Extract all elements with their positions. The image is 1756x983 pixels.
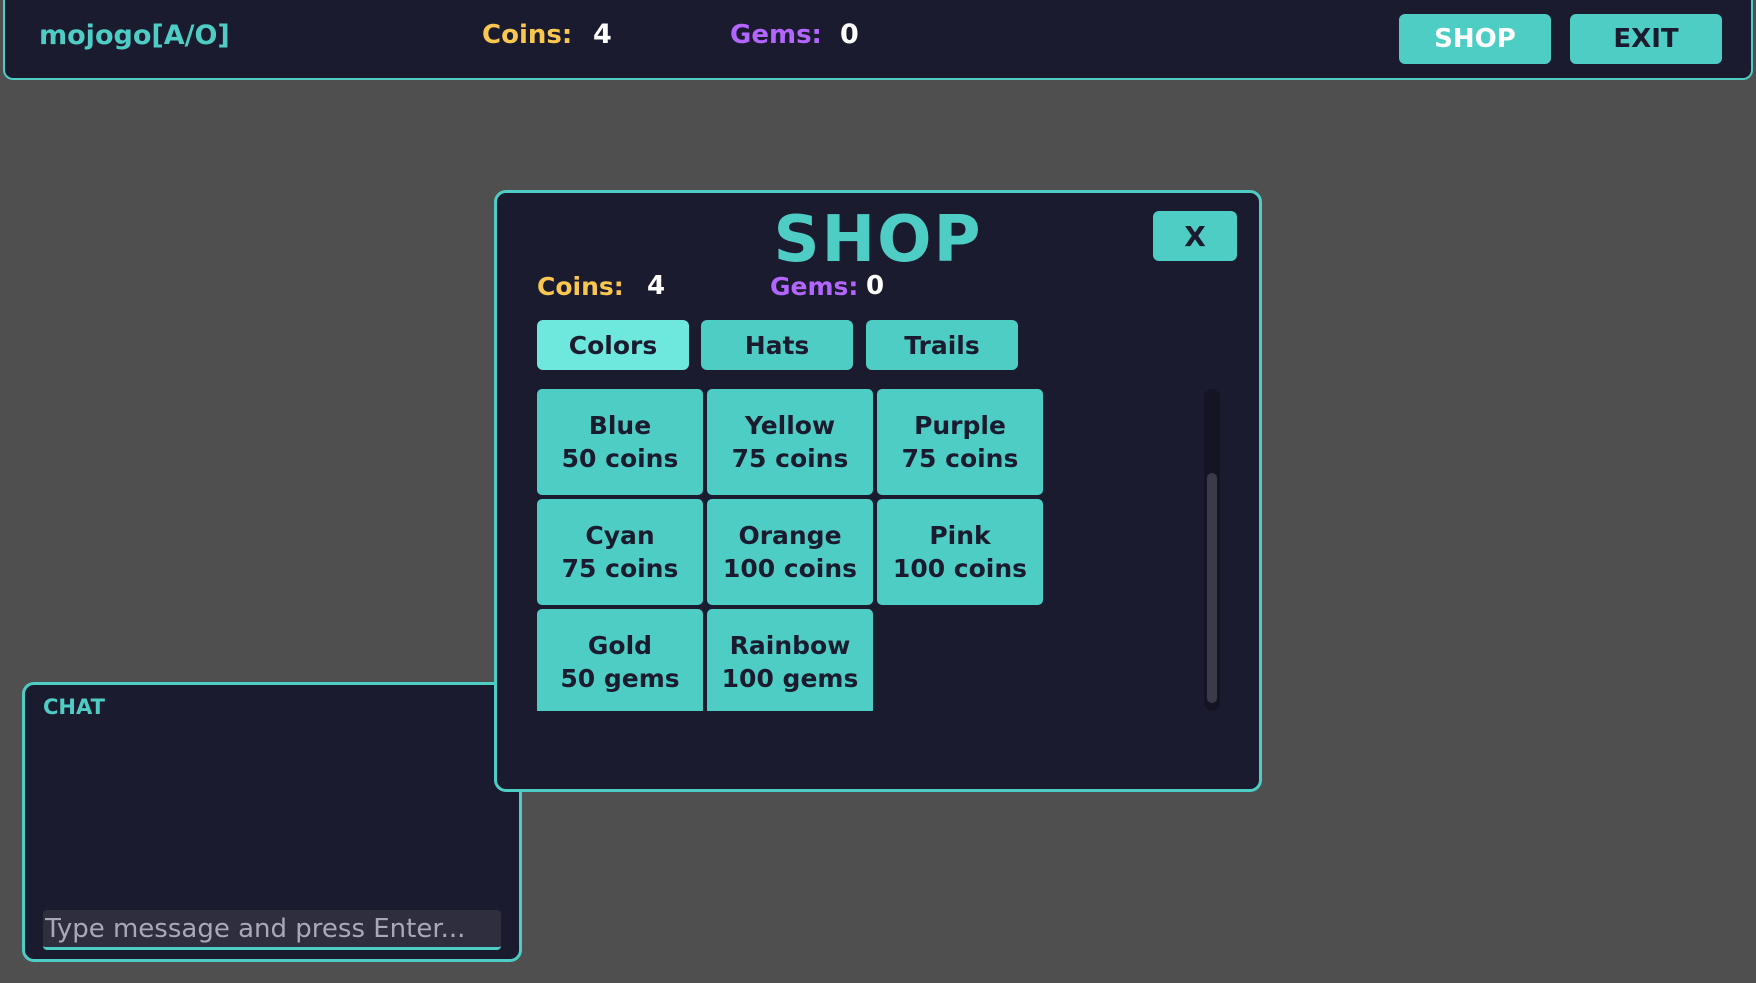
item-price: 75 coins: [731, 444, 849, 473]
tab-trails[interactable]: Trails: [866, 320, 1018, 370]
item-name: Pink: [929, 521, 991, 550]
item-name: Orange: [738, 521, 842, 550]
top-bar: mojogo[A/O] Coins: 4 Gems: 0 SHOP EXIT: [3, 0, 1753, 80]
item-name: Purple: [914, 411, 1006, 440]
shop-modal: SHOP X Coins: 4 Gems: 0 Colors Hats Trai…: [494, 190, 1262, 792]
tab-hats[interactable]: Hats: [701, 320, 853, 370]
player-name: mojogo[A/O]: [39, 20, 230, 51]
shop-items-grid: Blue 50 coins Yellow 75 coins Purple 75 …: [537, 389, 1097, 711]
item-name: Blue: [588, 411, 652, 440]
chat-input[interactable]: [43, 910, 501, 950]
chat-title: CHAT: [43, 695, 105, 719]
shop-coins-value: 4: [647, 271, 666, 301]
item-price: 50 gems: [560, 664, 680, 693]
shop-title: SHOP: [773, 203, 983, 277]
item-price: 100 coins: [892, 554, 1028, 583]
item-name: Rainbow: [729, 631, 851, 660]
shop-gems-value: 0: [866, 271, 885, 301]
shop-gems-label: Gems:: [770, 272, 859, 301]
shop-scrollbar[interactable]: [1204, 389, 1220, 711]
chat-panel: CHAT: [22, 682, 522, 962]
shop-coins-label: Coins:: [537, 272, 624, 301]
item-price: 100 coins: [722, 554, 858, 583]
item-price: 50 coins: [561, 444, 679, 473]
shop-item-gold[interactable]: Gold 50 gems: [537, 609, 703, 711]
tab-colors[interactable]: Colors: [537, 320, 689, 370]
shop-button[interactable]: SHOP: [1399, 14, 1551, 64]
coins-value: 4: [593, 19, 612, 50]
close-shop-button[interactable]: X: [1153, 211, 1237, 261]
coins-label: Coins:: [482, 20, 573, 50]
shop-item-yellow[interactable]: Yellow 75 coins: [707, 389, 873, 495]
gems-value: 0: [840, 19, 859, 50]
gems-label: Gems:: [730, 20, 822, 50]
shop-item-blue[interactable]: Blue 50 coins: [537, 389, 703, 495]
item-name: Yellow: [744, 411, 836, 440]
item-price: 100 gems: [721, 664, 859, 693]
shop-scrollbar-thumb[interactable]: [1207, 473, 1217, 703]
shop-item-orange[interactable]: Orange 100 coins: [707, 499, 873, 605]
shop-item-purple[interactable]: Purple 75 coins: [877, 389, 1043, 495]
exit-button[interactable]: EXIT: [1570, 14, 1722, 64]
item-name: Cyan: [585, 521, 655, 550]
item-name: Gold: [587, 631, 653, 660]
item-price: 75 coins: [901, 444, 1019, 473]
shop-item-cyan[interactable]: Cyan 75 coins: [537, 499, 703, 605]
item-price: 75 coins: [561, 554, 679, 583]
shop-item-pink[interactable]: Pink 100 coins: [877, 499, 1043, 605]
shop-item-rainbow[interactable]: Rainbow 100 gems: [707, 609, 873, 711]
